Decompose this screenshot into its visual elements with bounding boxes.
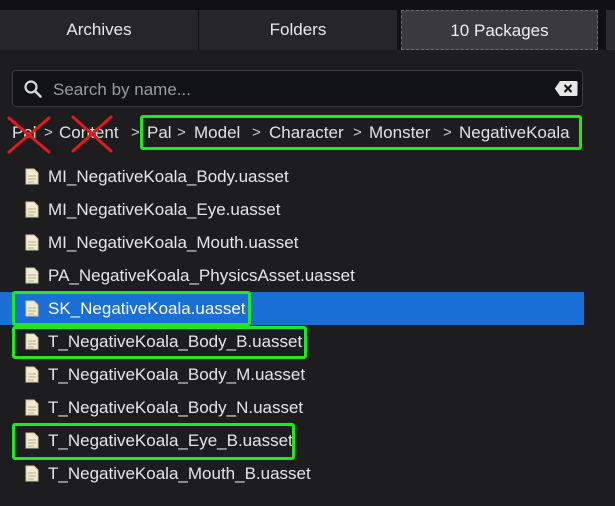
tab-folders[interactable]: Folders [199, 10, 397, 50]
file-icon [25, 399, 39, 416]
list-item[interactable]: T_NegativeKoala_Body_N.uasset [0, 391, 584, 424]
list-item[interactable]: T_NegativeKoala_Eye_B.uasset [0, 424, 584, 457]
file-name: MI_NegativeKoala_Mouth.uasset [48, 233, 299, 252]
file-icon [25, 201, 39, 218]
breadcrumb-character[interactable]: Character [269, 121, 344, 145]
file-name: SK_NegativeKoala.uasset [48, 299, 246, 318]
file-name: MI_NegativeKoala_Eye.uasset [48, 200, 281, 219]
file-icon [25, 234, 39, 251]
breadcrumb-separator: > [44, 124, 53, 141]
breadcrumb-negativekoala[interactable]: NegativeKoala [459, 121, 570, 145]
tab-bar: Archives Folders 10 Packages [0, 0, 615, 50]
file-name: T_NegativeKoala_Eye_B.uasset [48, 431, 293, 450]
breadcrumb-pal-root[interactable]: Pal [12, 121, 37, 145]
search-box[interactable] [12, 70, 583, 108]
list-item[interactable]: MI_NegativeKoala_Mouth.uasset [0, 226, 584, 259]
search-icon [24, 80, 42, 98]
file-icon [25, 465, 39, 482]
tab-overflow-edge [606, 10, 615, 50]
clear-search-icon[interactable] [554, 80, 578, 97]
file-name: T_NegativeKoala_Mouth_B.uasset [48, 464, 311, 483]
list-item[interactable]: T_NegativeKoala_Body_M.uasset [0, 358, 584, 391]
breadcrumb-separator: > [252, 124, 261, 141]
list-item-selected[interactable]: SK_NegativeKoala.uasset [0, 292, 584, 325]
file-name: MI_NegativeKoala_Body.uasset [48, 167, 289, 186]
tab-packages[interactable]: 10 Packages [401, 10, 598, 50]
list-item[interactable]: MI_NegativeKoala_Eye.uasset [0, 193, 584, 226]
breadcrumb-separator: > [131, 124, 140, 141]
tab-divider [397, 10, 398, 50]
file-icon [25, 168, 39, 185]
tab-archives[interactable]: Archives [0, 10, 198, 50]
file-icon [25, 300, 39, 317]
file-icon [25, 432, 39, 449]
list-item[interactable]: MI_NegativeKoala_Body.uasset [0, 160, 584, 193]
breadcrumb-pal[interactable]: Pal [147, 121, 172, 145]
file-name: T_NegativeKoala_Body_M.uasset [48, 365, 306, 384]
file-name: T_NegativeKoala_Body_N.uasset [48, 398, 304, 417]
breadcrumb-separator: > [177, 124, 186, 141]
list-item[interactable]: T_NegativeKoala_Mouth_B.uasset [0, 457, 584, 490]
breadcrumb-monster[interactable]: Monster [369, 121, 430, 145]
package-browser: Archives Folders 10 Packages Pal > Conte… [0, 0, 615, 506]
file-icon [25, 333, 39, 350]
breadcrumb-separator: > [443, 124, 452, 141]
file-icon [25, 267, 39, 284]
search-input[interactable] [51, 71, 555, 108]
list-item[interactable]: PA_NegativeKoala_PhysicsAsset.uasset [0, 259, 584, 292]
breadcrumb-model[interactable]: Model [194, 121, 240, 145]
file-icon [25, 366, 39, 383]
breadcrumb-separator: > [353, 124, 362, 141]
list-item[interactable]: T_NegativeKoala_Body_B.uasset [0, 325, 584, 358]
file-name: T_NegativeKoala_Body_B.uasset [48, 332, 303, 351]
breadcrumb-content[interactable]: Content [59, 121, 119, 145]
file-name: PA_NegativeKoala_PhysicsAsset.uasset [48, 266, 355, 285]
